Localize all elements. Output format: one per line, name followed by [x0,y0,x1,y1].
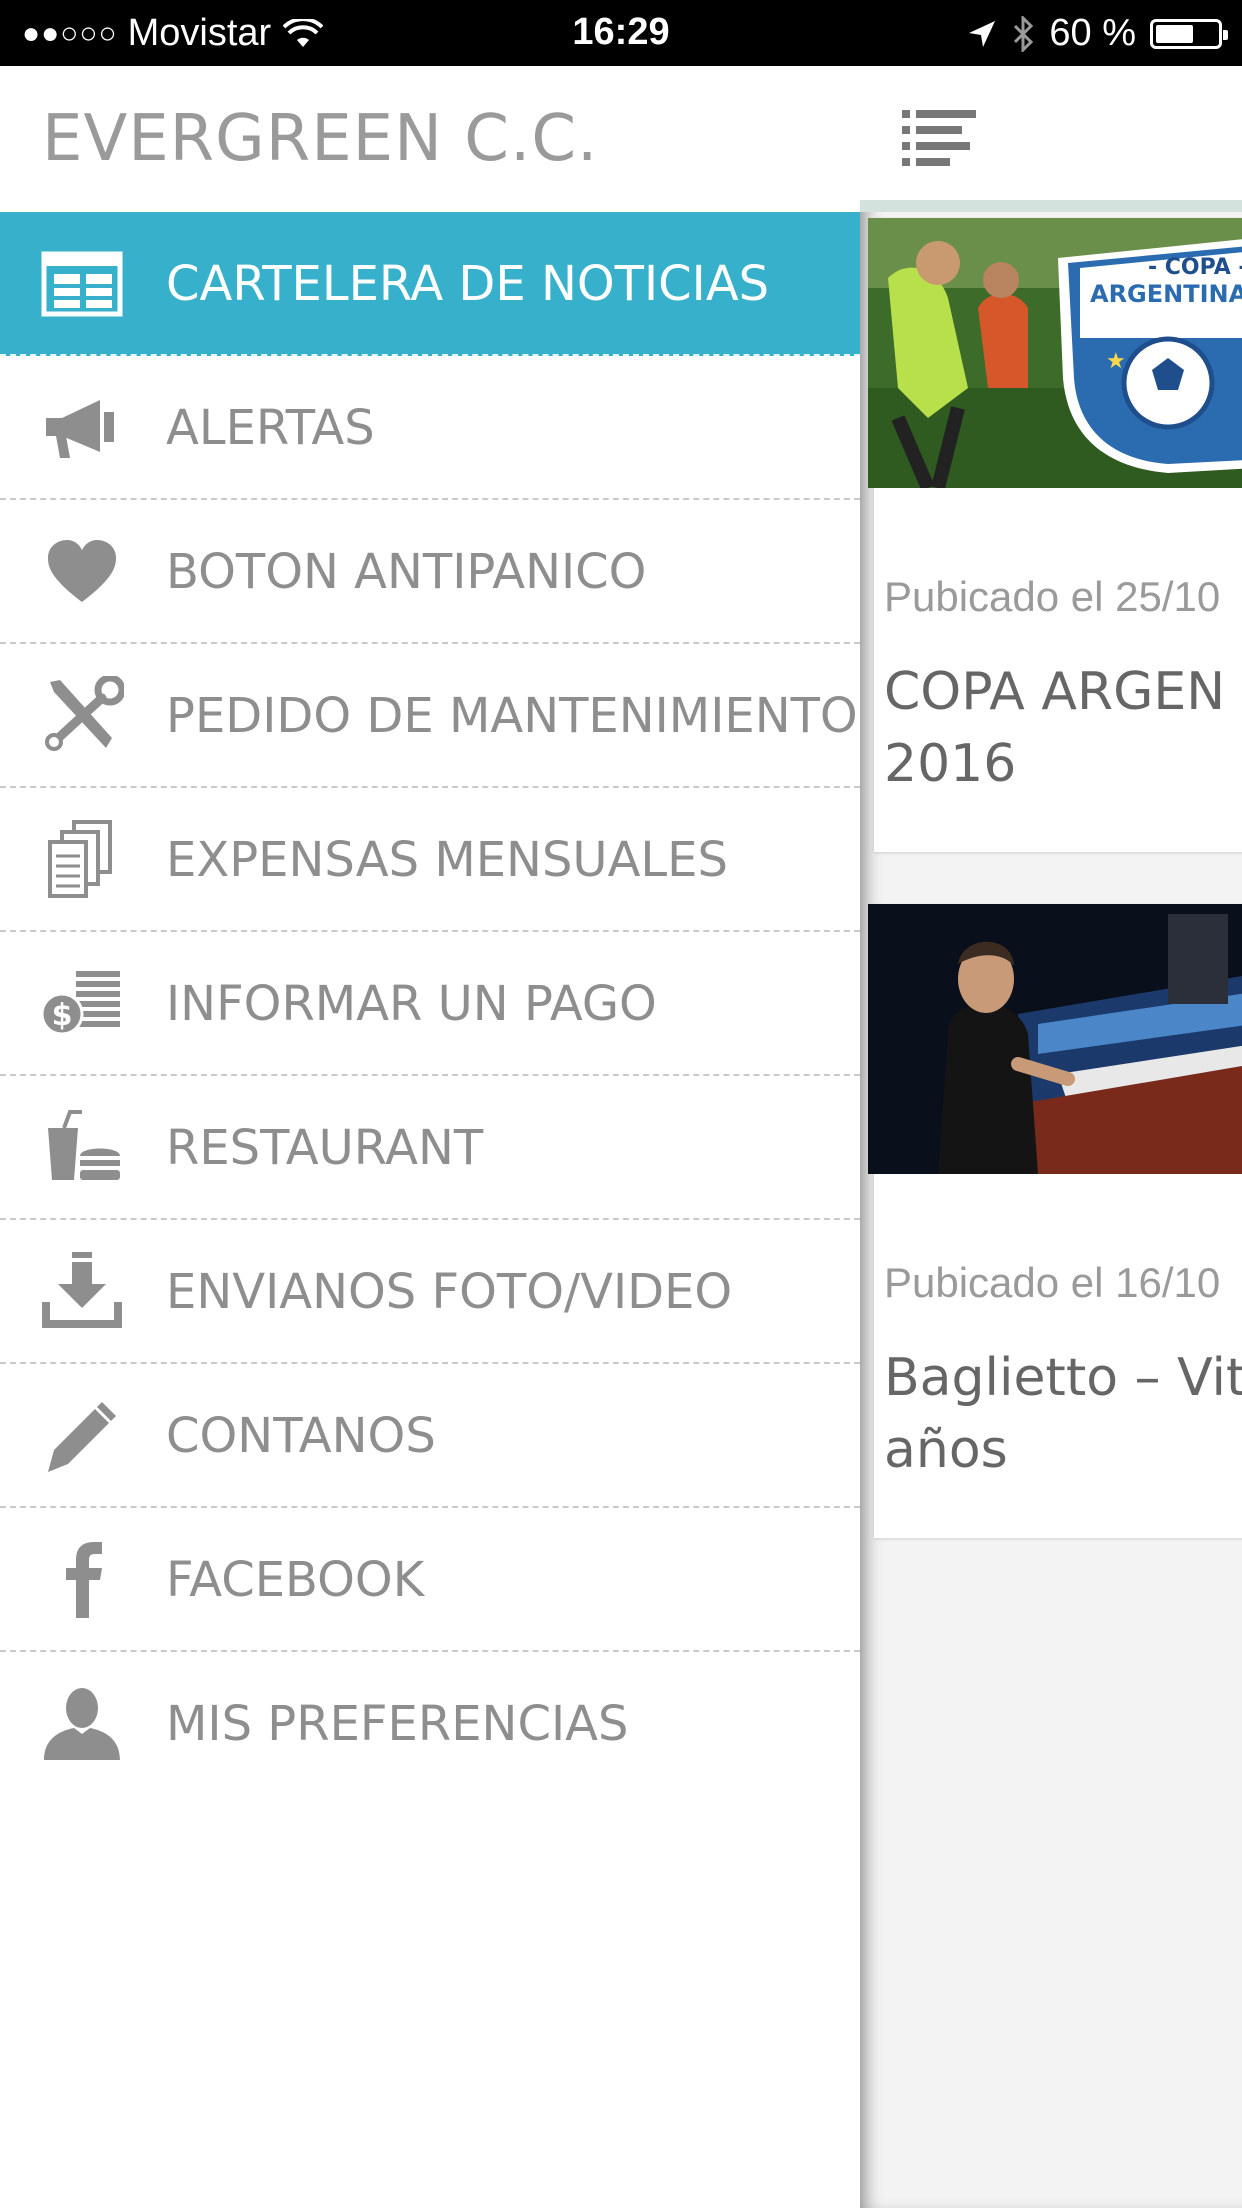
news-card-image: - COPA - ARGENTINA 201 ★ [868,218,1242,488]
menu-item-restaurant[interactable]: RESTAURANT [0,1076,860,1220]
svg-text:$: $ [52,998,73,1033]
heart-icon [48,540,116,602]
menu-item-label: ALERTAS [166,400,375,456]
news-card-title: Baglietto – Vit años [884,1348,1242,1480]
tools-icon [45,676,124,751]
facebook-icon [66,1542,102,1618]
news-card-date: Pubicado el 16/10 [884,1259,1221,1306]
header-divider [860,200,1242,212]
status-right-group: 60 % [967,12,1228,55]
app-title: EVERGREEN C.C. [42,102,599,176]
top-bar [860,66,1242,200]
menu-item-alertas[interactable]: ALERTAS [0,356,860,500]
menu-item-cartelera[interactable]: CARTELERA DE NOTICIAS [0,212,860,356]
status-bar: ●●○○○ Movistar 16:29 60 % [0,0,1242,66]
menu-item-label: FACEBOOK [166,1552,425,1608]
menu-item-label: EXPENSAS MENSUALES [166,832,728,888]
newspaper-icon [41,251,123,317]
menu-item-mantenimiento[interactable]: PEDIDO DE MANTENIMIENTO [0,644,860,788]
news-card[interactable]: - COPA - ARGENTINA 201 ★ Pubicado el 25/… [868,218,1242,852]
menu-item-informar-pago[interactable]: $ INFORMAR UN PAGO [0,932,860,1076]
battery-icon [1150,18,1228,49]
menu-item-label: RESTAURANT [166,1120,484,1176]
pencil-icon [48,1402,116,1472]
bluetooth-icon [1014,15,1034,52]
download-icon [42,1252,122,1328]
menu-item-enviar-foto[interactable]: ENVIANOS FOTO/VIDEO [0,1220,860,1364]
menu-toggle-icon[interactable] [902,110,978,166]
food-drink-icon [48,1110,120,1180]
payment-icon: $ [40,971,120,1036]
menu-item-label: ENVIANOS FOTO/VIDEO [166,1264,733,1320]
menu-item-label: PEDIDO DE MANTENIMIENTO [166,688,858,744]
badge-title-text: - COPA - [1148,255,1242,280]
menu-item-contanos[interactable]: CONTANOS [0,1364,860,1508]
news-card-date: Pubicado el 25/10 [884,573,1221,620]
menu-item-label: CARTELERA DE NOTICIAS [166,256,770,312]
menu-item-expensas[interactable]: EXPENSAS MENSUALES [0,788,860,932]
location-arrow-icon [969,20,996,47]
megaphone-icon [46,400,114,458]
menu-item-facebook[interactable]: FACEBOOK [0,1508,860,1652]
menu-item-preferencias[interactable]: MIS PREFERENCIAS [0,1652,860,1796]
menu-item-label: MIS PREFERENCIAS [166,1696,629,1752]
drawer-menu: CARTELERA DE NOTICIAS ALERTAS BOTON ANTI… [0,212,860,1796]
battery-percent: 60 % [1049,12,1136,54]
content-pane: - COPA - ARGENTINA 201 ★ Pubicado el 25/… [860,66,1242,2208]
news-card-title: COPA ARGEN 2016 [884,662,1226,794]
news-card[interactable]: Pubicado el 16/10 Baglietto – Vit años [868,904,1242,1538]
navigation-drawer: EVERGREEN C.C. CARTELERA DE NOTICIAS ALE [0,66,860,2208]
user-icon [44,1688,120,1760]
svg-text:★: ★ [1106,349,1126,374]
menu-item-label: BOTON ANTIPANICO [166,544,647,600]
badge-subtitle-text: ARGENTINA 201 [1090,280,1242,308]
news-card-image [868,904,1242,1174]
menu-item-boton-antipanico[interactable]: BOTON ANTIPANICO [0,500,860,644]
menu-item-label: INFORMAR UN PAGO [166,976,657,1032]
documents-icon [48,820,112,898]
menu-item-label: CONTANOS [166,1408,436,1464]
